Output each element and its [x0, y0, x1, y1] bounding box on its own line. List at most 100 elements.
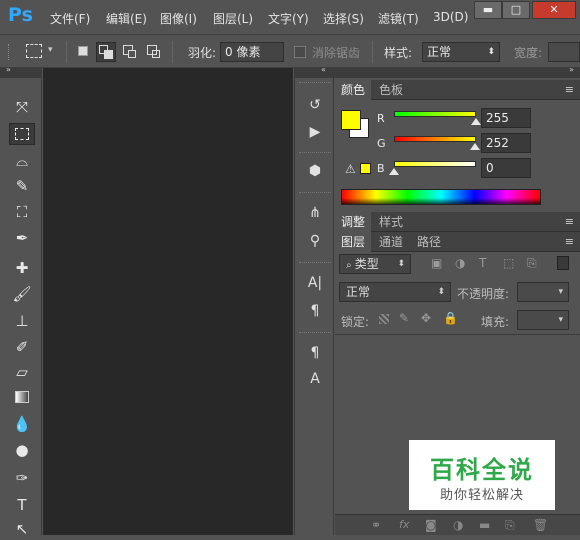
- maximize-button[interactable]: □: [502, 1, 530, 19]
- toolbar-collapse-bar[interactable]: »: [0, 65, 42, 78]
- blue-slider-thumb[interactable]: [389, 168, 399, 175]
- red-slider-thumb[interactable]: [471, 118, 481, 125]
- actions-panel-icon[interactable]: ▶: [303, 121, 327, 143]
- tab-paths[interactable]: 路径: [411, 232, 447, 252]
- path-selection-tool-icon[interactable]: ↖: [9, 518, 35, 540]
- width-input[interactable]: [548, 42, 580, 62]
- pen-tool-icon[interactable]: ✑: [9, 467, 35, 489]
- opacity-input[interactable]: ▾: [517, 282, 569, 302]
- minimize-button[interactable]: ▬: [474, 1, 502, 19]
- color-spectrum-bar[interactable]: [341, 189, 541, 205]
- lock-image-pixels-icon[interactable]: ✎: [399, 311, 409, 325]
- 3d-panel-icon[interactable]: ⬢: [303, 160, 327, 182]
- filter-shape-icon[interactable]: ⬚: [503, 256, 514, 270]
- panel-menu-icon[interactable]: ≡: [565, 83, 574, 96]
- tab-adjustments[interactable]: 调整: [335, 212, 372, 232]
- menu-file[interactable]: 文件(F): [50, 10, 90, 27]
- foreground-color-swatch[interactable]: [341, 110, 361, 130]
- green-value-input[interactable]: 252: [481, 133, 531, 153]
- document-canvas-area[interactable]: [43, 68, 293, 535]
- tab-channels[interactable]: 通道: [373, 232, 409, 252]
- chevron-updown-icon: ⬍: [437, 287, 445, 297]
- fill-input[interactable]: ▾: [517, 310, 569, 330]
- menu-edit[interactable]: 编辑(E): [106, 10, 147, 27]
- blue-value-input[interactable]: 0: [481, 158, 531, 178]
- gamut-color-swatch[interactable]: [360, 163, 371, 174]
- brush-panel-icon[interactable]: ⋔: [303, 202, 327, 224]
- layer-filter-dropdown[interactable]: ⌕ 类型 ⬍: [339, 254, 411, 274]
- green-slider-thumb[interactable]: [470, 143, 481, 150]
- brush-tool-icon[interactable]: 🖌: [9, 283, 35, 305]
- lock-all-icon[interactable]: 🔒: [443, 311, 458, 325]
- history-panel-icon[interactable]: ↺: [303, 94, 327, 116]
- antialias-checkbox[interactable]: [294, 46, 306, 58]
- lock-transparent-pixels-icon[interactable]: [379, 314, 389, 324]
- add-to-selection-icon[interactable]: [96, 42, 116, 62]
- warning-icon[interactable]: ⚠: [345, 162, 356, 176]
- blend-mode-dropdown[interactable]: 正常 ⬍: [339, 282, 451, 302]
- quick-selection-tool-icon[interactable]: ✎: [9, 175, 35, 197]
- link-layers-icon[interactable]: ⚭: [371, 518, 381, 532]
- type-tool-icon[interactable]: T: [9, 494, 35, 516]
- tab-swatches[interactable]: 色板: [373, 80, 409, 100]
- style-dropdown[interactable]: 正常 ⬍: [422, 42, 500, 62]
- green-slider-track[interactable]: [394, 136, 476, 142]
- blur-tool-icon[interactable]: 💧: [9, 413, 35, 435]
- healing-brush-tool-icon[interactable]: ✚: [9, 257, 35, 279]
- history-brush-tool-icon[interactable]: ✐: [9, 336, 35, 358]
- character-styles-panel-icon[interactable]: A: [303, 368, 327, 390]
- rect-marquee-preset-icon[interactable]: [26, 44, 42, 58]
- panel-menu-icon[interactable]: ≡: [565, 215, 574, 228]
- feather-input[interactable]: 0 像素: [220, 42, 284, 62]
- brush-presets-panel-icon[interactable]: ⚲: [303, 230, 327, 252]
- add-mask-icon[interactable]: ◙: [425, 518, 437, 532]
- character-panel-icon[interactable]: A|: [303, 272, 327, 294]
- clone-stamp-tool-icon[interactable]: ⊥: [9, 310, 35, 332]
- panels-collapse-bar[interactable]: »: [335, 65, 580, 78]
- separator: [372, 41, 373, 63]
- move-tool-icon[interactable]: ⤧: [9, 96, 35, 118]
- filter-adjustment-icon[interactable]: ◑: [455, 256, 465, 270]
- panel-menu-icon[interactable]: ≡: [565, 235, 574, 248]
- menu-select[interactable]: 选择(S): [323, 10, 364, 27]
- new-selection-icon[interactable]: [74, 42, 94, 62]
- rectangular-marquee-tool-icon[interactable]: [9, 123, 35, 145]
- preset-dropdown-icon[interactable]: ▾: [48, 45, 53, 55]
- tab-styles[interactable]: 样式: [373, 212, 409, 232]
- filter-toggle[interactable]: [557, 256, 569, 270]
- eyedropper-tool-icon[interactable]: ✒: [9, 227, 35, 249]
- subtract-from-selection-icon[interactable]: [120, 42, 140, 62]
- close-button[interactable]: ✕: [532, 1, 576, 19]
- intersect-selection-icon[interactable]: [144, 42, 164, 62]
- menu-type[interactable]: 文字(Y): [268, 10, 309, 27]
- spectrum-shade: [342, 198, 540, 204]
- adjustment-layer-icon[interactable]: ◑: [453, 518, 463, 532]
- menu-image[interactable]: 图像(I): [160, 10, 197, 27]
- blue-slider-track[interactable]: [394, 161, 476, 167]
- dodge-tool-icon[interactable]: ●: [9, 439, 35, 461]
- tab-color[interactable]: 颜色: [335, 80, 372, 100]
- lock-position-icon[interactable]: ✥: [421, 311, 431, 325]
- paragraph-styles-panel-icon[interactable]: ¶: [303, 342, 327, 364]
- gradient-tool-icon[interactable]: [9, 386, 35, 408]
- lasso-tool-icon[interactable]: ⌓: [9, 150, 35, 172]
- dock-collapse-bar[interactable]: «: [295, 65, 335, 78]
- new-layer-icon[interactable]: ⎘: [505, 518, 515, 533]
- red-value-input[interactable]: 255: [481, 108, 531, 128]
- search-icon: ⌕: [346, 260, 355, 271]
- paragraph-panel-icon[interactable]: ¶: [303, 300, 327, 322]
- menu-filter[interactable]: 滤镜(T): [378, 10, 419, 27]
- delete-layer-icon[interactable]: 🗑: [533, 518, 548, 532]
- tab-layers[interactable]: 图层: [335, 232, 372, 252]
- crop-tool-icon[interactable]: ⛶: [9, 201, 35, 223]
- menu-layer[interactable]: 图层(L): [213, 10, 253, 27]
- eraser-tool-icon[interactable]: ▱: [9, 361, 35, 383]
- filter-type-icon[interactable]: T: [479, 256, 486, 270]
- filter-smart-object-icon[interactable]: ⎘: [527, 256, 537, 271]
- menu-3d[interactable]: 3D(D): [433, 10, 468, 24]
- width-label: 宽度:: [514, 46, 543, 60]
- filter-pixel-icon[interactable]: ▣: [431, 256, 442, 270]
- new-group-icon[interactable]: ▬: [479, 518, 490, 532]
- red-slider-track[interactable]: [394, 111, 476, 117]
- layer-style-fx-icon[interactable]: fx: [399, 518, 409, 531]
